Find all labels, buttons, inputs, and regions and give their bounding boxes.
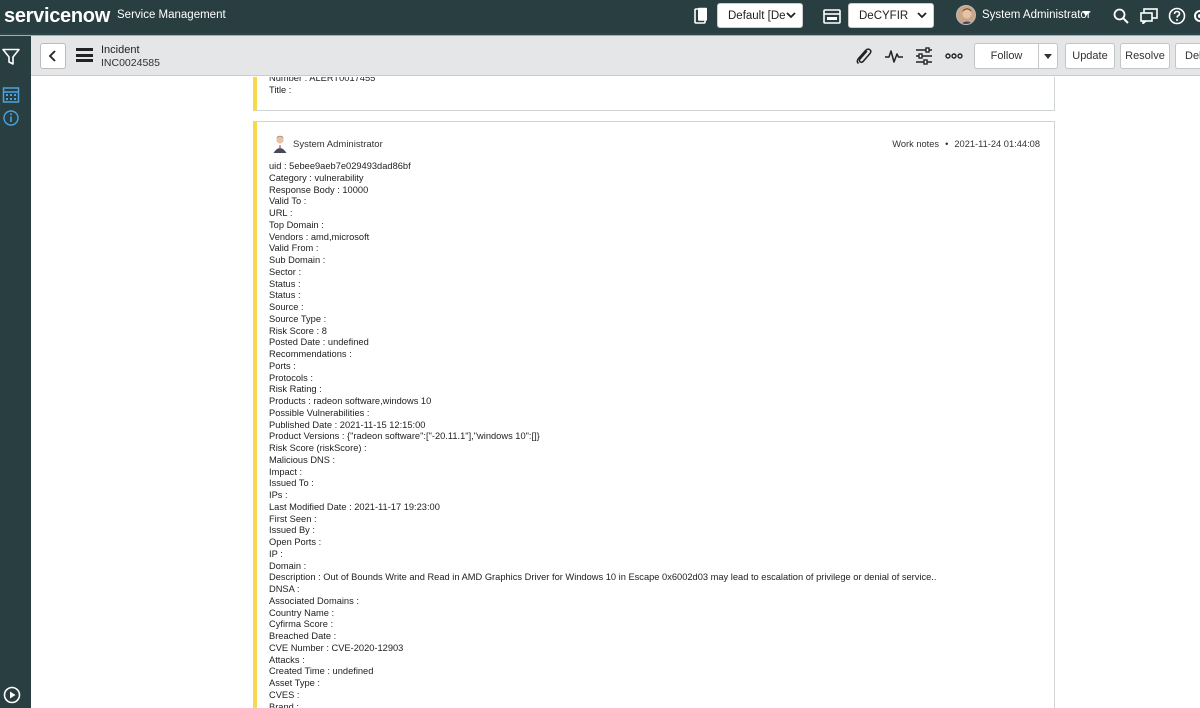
calendar-grid-icon[interactable] <box>2 86 20 104</box>
work-note-line: URL : <box>269 208 293 218</box>
context-menu-icon[interactable] <box>76 48 93 62</box>
user-menu-caret-icon[interactable] <box>1082 11 1090 16</box>
activity-icon[interactable] <box>884 47 904 65</box>
work-note-line: Attacks : <box>269 654 305 665</box>
work-note-line: Associated Domains : <box>269 595 359 606</box>
follow-dropdown-button[interactable] <box>1038 43 1058 69</box>
work-note-line: Issued By : <box>269 525 315 536</box>
work-note-line: CVE Number : CVE-2020-12903 <box>269 642 404 653</box>
note-timestamp: 2021-11-24 01:44:08 <box>954 139 1040 149</box>
work-note-line: Malicious DNS : <box>269 454 336 465</box>
update-set-icon[interactable] <box>692 6 710 26</box>
work-note-line: Brand : <box>269 701 299 708</box>
work-note-line: Description : Out of Bounds Write and Re… <box>269 572 937 583</box>
settings-icon[interactable] <box>1192 6 1200 26</box>
search-icon[interactable] <box>1112 6 1130 26</box>
back-button[interactable] <box>40 43 66 69</box>
note-type: Work notes <box>892 139 940 149</box>
work-note-line: Possible Vulnerabilities : <box>269 407 370 418</box>
form-header: Incident INC0024585 Follow Update Resolv… <box>31 36 1200 76</box>
update-button[interactable]: Update <box>1065 43 1115 69</box>
work-note-line: Product Versions : {"radeon software":["… <box>269 431 540 442</box>
record-number: INC0024585 <box>101 57 160 69</box>
note-meta: Work notes • 2021-11-24 01:44:08 <box>892 139 1040 149</box>
author-avatar <box>273 134 287 154</box>
author-name: System Administrator <box>293 139 383 150</box>
caret-down-icon <box>1044 53 1052 59</box>
work-note-line: Impact : <box>269 466 303 477</box>
application-scope-value: DeCYFIR <box>859 9 909 22</box>
info-icon[interactable] <box>2 109 20 127</box>
work-note-line: Response Body : 10000 <box>269 184 369 195</box>
work-note-line: Risk Rating : <box>269 384 322 395</box>
personalize-form-icon[interactable] <box>914 47 934 65</box>
more-options-icon[interactable] <box>944 47 964 65</box>
work-note-line: Risk Score (riskScore) : <box>269 443 367 453</box>
work-note-line: Last Modified Date : 2021-11-17 19:23:00 <box>269 501 440 512</box>
work-note-line: Source : <box>269 302 304 312</box>
update-set-select[interactable]: Default [De <box>717 3 803 28</box>
work-note-line: IPs : <box>269 490 288 500</box>
follow-button[interactable]: Follow <box>974 43 1038 69</box>
work-note-line: Ports : <box>269 360 296 371</box>
work-note-line: IP : <box>269 548 283 559</box>
work-note-line: Category : vulnerability <box>269 172 364 183</box>
top-navigation-bar: servicenow Service Management Default [D… <box>0 0 1200 33</box>
work-note-line: Domain : <box>269 560 307 571</box>
work-note-line: CVES : <box>269 689 300 700</box>
work-note-line: Status : <box>269 278 301 289</box>
paperclip-icon[interactable] <box>854 47 874 65</box>
work-note-line: DNSA : <box>269 584 300 594</box>
work-note-line: Created Time : undefined <box>269 666 374 677</box>
chevron-down-icon <box>917 12 927 19</box>
work-note-line: uid : 5ebee9aeb7e029493dad86bf <box>269 161 411 171</box>
user-name[interactable]: System Administrator <box>982 9 1091 21</box>
work-note-line: Cyfirma Score : <box>269 619 334 630</box>
user-avatar[interactable] <box>956 5 976 25</box>
activity-entry: Number : ALERT0017455 Title : <box>253 77 1055 111</box>
work-note-line: Top Domain : <box>269 219 324 230</box>
work-note-line: Status : <box>269 290 301 301</box>
work-note-line: Risk Score : 8 <box>269 325 327 336</box>
work-note-line: Number : ALERT0017455 <box>269 77 376 83</box>
connect-chat-icon[interactable] <box>1139 6 1159 26</box>
chevron-left-icon <box>48 50 56 62</box>
application-scope-icon[interactable] <box>822 6 842 26</box>
resolve-button[interactable]: Resolve <box>1120 43 1170 69</box>
chevron-down-icon <box>786 12 796 19</box>
record-type-label: Incident <box>101 44 140 56</box>
work-note-line: Recommendations : <box>269 349 352 359</box>
work-note-line: Country Name : <box>269 607 335 618</box>
update-set-value: Default [De <box>728 9 786 22</box>
activity-entry-body: Number : ALERT0017455 Title : <box>269 77 375 97</box>
work-note-line: Sector : <box>269 266 302 277</box>
work-note-line: Protocols : <box>269 372 313 383</box>
activity-entry-work-note: System Administrator Work notes • 2021-11-… <box>253 121 1055 708</box>
work-note-line: Source Type : <box>269 313 327 324</box>
servicenow-logo[interactable]: servicenow <box>4 5 110 28</box>
work-note-line: Valid To : <box>269 196 307 207</box>
app-title: Service Management <box>117 9 226 21</box>
work-note-line: Posted Date : undefined <box>269 337 369 348</box>
separator-dot: • <box>945 139 949 149</box>
work-note-line: First Seen : <box>269 513 317 524</box>
work-note-line: Title : <box>269 84 292 95</box>
work-note-line: Valid From : <box>269 243 319 254</box>
work-note-line: Breached Date : <box>269 631 337 641</box>
left-rail <box>0 36 31 708</box>
work-note-line: Issued To : <box>269 478 314 489</box>
work-note-line: Sub Domain : <box>269 255 326 265</box>
help-icon[interactable] <box>1167 6 1187 26</box>
work-note-line: Open Ports : <box>269 537 322 547</box>
application-scope-select[interactable]: DeCYFIR <box>848 3 934 28</box>
work-note-line: Asset Type : <box>269 678 320 688</box>
filter-navigator-icon[interactable] <box>2 48 20 66</box>
work-note-line: Published Date : 2021-11-15 12:15:00 <box>269 419 426 430</box>
activity-stream: Number : ALERT0017455 Title : System Admi… <box>31 77 1200 708</box>
delete-button[interactable]: Del <box>1175 43 1200 69</box>
work-note-body: uid : 5ebee9aeb7e029493dad86bf Category :… <box>269 161 936 708</box>
work-note-line: Products : radeon software,windows 10 <box>269 396 432 406</box>
play-icon[interactable] <box>3 686 21 704</box>
work-note-line: Vendors : amd,microsoft <box>269 231 370 242</box>
